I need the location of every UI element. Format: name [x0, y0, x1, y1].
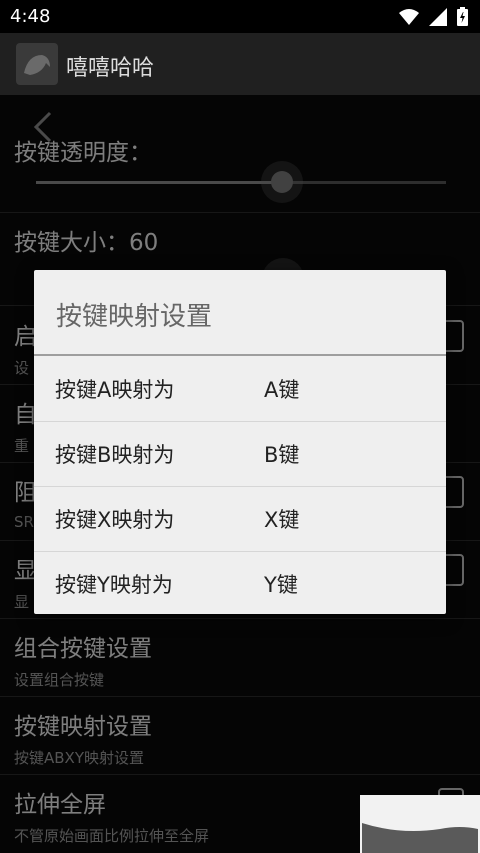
mapping-item-b[interactable]: 按键B映射为 B键 — [34, 421, 446, 485]
mapping-item-label: 按键B映射为 — [55, 443, 175, 467]
mapping-item-label: 按键A映射为 — [55, 378, 175, 402]
mapping-item-label: 按键X映射为 — [55, 508, 175, 532]
status-bar: 4:48 — [0, 0, 480, 33]
corner-thumbnail — [360, 795, 480, 853]
mapping-item-label: 按键Y映射为 — [55, 573, 173, 597]
mapping-item-y[interactable]: 按键Y映射为 Y键 — [34, 551, 446, 614]
mapping-item-a[interactable]: 按键A映射为 A键 — [34, 356, 446, 420]
mapping-item-value: X键 — [264, 508, 300, 532]
mapping-item-value: Y键 — [264, 573, 298, 597]
mapping-item-value: A键 — [264, 378, 300, 402]
signal-icon — [429, 7, 447, 26]
battery-icon — [457, 7, 468, 26]
wifi-icon — [399, 8, 419, 25]
app-logo-icon — [16, 43, 58, 85]
mapping-item-x[interactable]: 按键X映射为 X键 — [34, 486, 446, 550]
thumbnail-image — [360, 795, 480, 853]
mapping-item-value: B键 — [264, 443, 300, 467]
status-icons — [399, 7, 468, 26]
app-title: 嘻嘻哈哈 — [66, 56, 155, 81]
status-time: 4:48 — [10, 6, 51, 27]
dialog-title: 按键映射设置 — [56, 302, 213, 332]
app-bar: 嘻嘻哈哈 — [0, 33, 480, 95]
key-mapping-dialog: 按键映射设置 按键A映射为 A键 按键B映射为 B键 按键X映射为 X键 按键Y… — [34, 270, 446, 614]
